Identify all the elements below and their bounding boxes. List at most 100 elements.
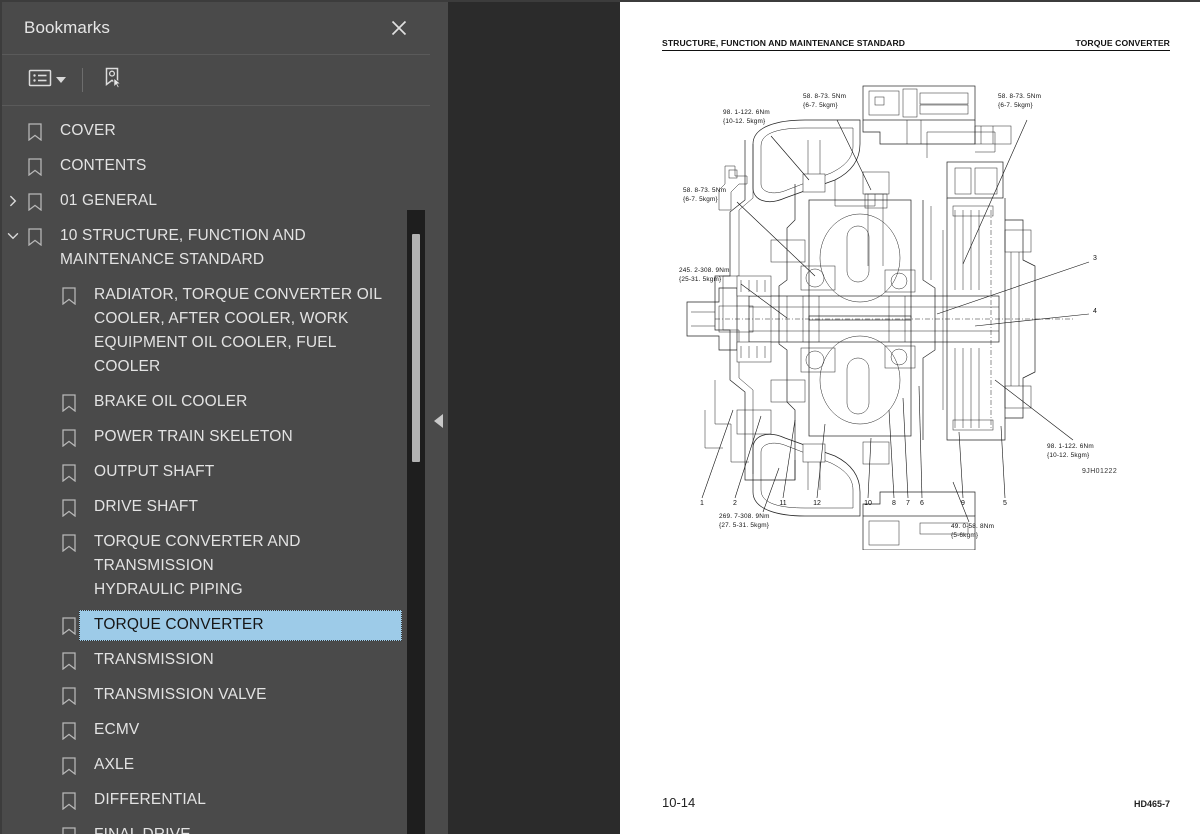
callout-number: 12 bbox=[813, 500, 821, 507]
bookmark-item[interactable]: TRANSMISSION VALVE bbox=[2, 678, 430, 713]
bookmark-label: RADIATOR, TORQUE CONVERTER OIL COOLER, A… bbox=[94, 286, 383, 375]
page-header-left: STRUCTURE, FUNCTION AND MAINTENANCE STAN… bbox=[662, 38, 906, 48]
callout-number: 6 bbox=[920, 500, 924, 507]
bookmark-item[interactable]: AXLE bbox=[2, 748, 430, 783]
bookmark-label: 10 STRUCTURE, FUNCTION AND MAINTENANCE S… bbox=[60, 227, 306, 268]
bookmark-item[interactable]: 10 STRUCTURE, FUNCTION AND MAINTENANCE S… bbox=[2, 219, 430, 278]
panel-collapse-handle[interactable] bbox=[430, 0, 448, 834]
bookmark-icon bbox=[58, 687, 80, 705]
close-icon[interactable] bbox=[386, 15, 412, 41]
bookmark-item[interactable]: TORQUE CONVERTER bbox=[2, 608, 430, 643]
toolbar-divider bbox=[82, 68, 83, 92]
bookmark-icon bbox=[24, 193, 46, 211]
new-bookmark-button[interactable] bbox=[97, 63, 129, 98]
bookmark-icon bbox=[58, 499, 80, 517]
torque-annotation: 58. 8-73. 5Nm {6-7. 5kgm} bbox=[998, 93, 1041, 109]
bookmark-icon bbox=[58, 534, 80, 552]
bookmark-icon bbox=[58, 792, 80, 810]
drawing-number: 9JH01222 bbox=[1082, 468, 1118, 475]
bookmark-item[interactable]: 01 GENERAL bbox=[2, 184, 430, 219]
callout-number: 7 bbox=[906, 500, 910, 507]
bookmarks-toolbar bbox=[2, 54, 430, 106]
bookmark-label: DRIVE SHAFT bbox=[94, 498, 199, 515]
pdf-reader-window: Bookmarks COVER CONTENTS 01 GENERAL 10 S… bbox=[0, 0, 1200, 834]
bookmark-item[interactable]: TORQUE CONVERTER AND TRANSMISSION HYDRAU… bbox=[2, 525, 430, 608]
document-viewer[interactable]: STRUCTURE, FUNCTION AND MAINTENANCE STAN… bbox=[448, 0, 1200, 834]
bookmark-item[interactable]: FINAL DRIVE bbox=[2, 818, 430, 834]
bookmark-icon bbox=[58, 757, 80, 775]
drawing-body bbox=[686, 85, 1075, 550]
bookmark-icon bbox=[24, 228, 46, 246]
bookmarks-scrollbar[interactable] bbox=[407, 210, 425, 834]
bookmark-icon bbox=[58, 464, 80, 482]
bookmark-item[interactable]: COVER bbox=[2, 114, 430, 149]
page-header: STRUCTURE, FUNCTION AND MAINTENANCE STAN… bbox=[662, 38, 1170, 51]
bookmark-label: AXLE bbox=[94, 756, 135, 773]
figure-torque-converter: 98. 1-122. 6Nm {10-12. 5kgm} 58. 8-73. 5Nm… bbox=[628, 80, 1192, 550]
bookmark-label: OUTPUT SHAFT bbox=[94, 463, 215, 480]
bookmarks-scrollbar-thumb[interactable] bbox=[412, 234, 420, 462]
bookmark-icon bbox=[58, 287, 80, 305]
bookmark-icon bbox=[24, 123, 46, 141]
bookmark-icon bbox=[58, 652, 80, 670]
torque-annotation: 245. 2-308. 9Nm {25-31. 5kgm} bbox=[679, 267, 730, 283]
chevron-down-icon[interactable] bbox=[2, 229, 24, 243]
bookmark-item[interactable]: OUTPUT SHAFT bbox=[2, 455, 430, 490]
torque-annotation: 49. 0-58. 8Nm {5-6kgm} bbox=[951, 523, 994, 539]
bookmark-item[interactable]: TRANSMISSION bbox=[2, 643, 430, 678]
torque-annotation: 98. 1-122. 6Nm {10-12. 5kgm} bbox=[723, 109, 770, 125]
torque-annotation: 58. 8-73. 5Nm {6-7. 5kgm} bbox=[683, 187, 726, 203]
model-number: HD465-7 bbox=[1133, 799, 1170, 809]
bookmark-label: TRANSMISSION bbox=[94, 651, 214, 668]
bookmark-label: TRANSMISSION VALVE bbox=[94, 686, 267, 703]
bookmark-options-button[interactable] bbox=[24, 65, 70, 96]
callout-number: 4 bbox=[1093, 308, 1097, 315]
bookmark-label: DIFFERENTIAL bbox=[94, 791, 207, 808]
bookmark-label: POWER TRAIN SKELETON bbox=[94, 428, 293, 445]
callout-number: 8 bbox=[892, 500, 896, 507]
bookmark-item[interactable]: DRIVE SHAFT bbox=[2, 490, 430, 525]
chevron-right-icon[interactable] bbox=[2, 194, 24, 208]
list-options-icon bbox=[28, 68, 52, 93]
collapse-arrow-icon bbox=[434, 414, 443, 428]
callout-number: 2 bbox=[733, 500, 737, 507]
figure-svg: 98. 1-122. 6Nm {10-12. 5kgm} 58. 8-73. 5Nm… bbox=[679, 85, 1097, 550]
callout-number: 3 bbox=[1093, 255, 1097, 262]
new-bookmark-icon bbox=[101, 66, 125, 95]
page-number: 10-14 bbox=[662, 795, 696, 810]
callout-number: 9 bbox=[961, 500, 965, 507]
bookmarks-panel-header: Bookmarks bbox=[2, 2, 430, 54]
bookmark-label: CONTENTS bbox=[60, 157, 147, 174]
bookmark-icon bbox=[58, 429, 80, 447]
bookmark-label: FINAL DRIVE bbox=[80, 818, 191, 834]
torque-annotation: 269. 7-308. 9Nm {27. 5-31. 5kgm} bbox=[719, 513, 770, 529]
bookmark-icon bbox=[58, 617, 80, 635]
chevron-down-icon bbox=[56, 77, 66, 83]
bookmark-icon bbox=[58, 827, 80, 834]
bookmark-item[interactable]: RADIATOR, TORQUE CONVERTER OIL COOLER, A… bbox=[2, 278, 430, 385]
page-header-right: TORQUE CONVERTER bbox=[1075, 38, 1170, 48]
bookmark-item[interactable]: POWER TRAIN SKELETON bbox=[2, 420, 430, 455]
bookmark-icon bbox=[24, 158, 46, 176]
torque-annotation: 98. 1-122. 6Nm {10-12. 5kgm} bbox=[1047, 443, 1094, 459]
callout-number: 1 bbox=[700, 500, 704, 507]
annotation-leaders bbox=[701, 119, 1090, 523]
bookmark-label: TORQUE CONVERTER AND TRANSMISSION HYDRAU… bbox=[94, 533, 301, 598]
bookmark-label: ECMV bbox=[94, 721, 140, 738]
bookmark-item[interactable]: DIFFERENTIAL bbox=[2, 783, 430, 818]
bookmarks-tree[interactable]: COVER CONTENTS 01 GENERAL 10 STRUCTURE, FUN… bbox=[2, 106, 430, 834]
callout-number: 11 bbox=[779, 500, 786, 507]
torque-annotation: 58. 8-73. 5Nm {6-7. 5kgm} bbox=[803, 93, 846, 109]
bookmarks-panel: Bookmarks COVER CONTENTS 01 GENERAL 10 S… bbox=[0, 0, 430, 834]
bookmark-icon bbox=[58, 394, 80, 412]
page-footer: 10-14 HD465-7 bbox=[662, 795, 1170, 810]
bookmark-label: TORQUE CONVERTER bbox=[94, 616, 264, 633]
bookmark-label: 01 GENERAL bbox=[60, 192, 158, 209]
document-page: STRUCTURE, FUNCTION AND MAINTENANCE STAN… bbox=[620, 2, 1200, 834]
bookmark-label: COVER bbox=[60, 122, 116, 139]
bookmark-item[interactable]: ECMV bbox=[2, 713, 430, 748]
bookmark-item[interactable]: CONTENTS bbox=[2, 149, 430, 184]
bookmark-item[interactable]: BRAKE OIL COOLER bbox=[2, 385, 430, 420]
callout-number: 5 bbox=[1003, 500, 1007, 507]
bookmark-icon bbox=[58, 722, 80, 740]
